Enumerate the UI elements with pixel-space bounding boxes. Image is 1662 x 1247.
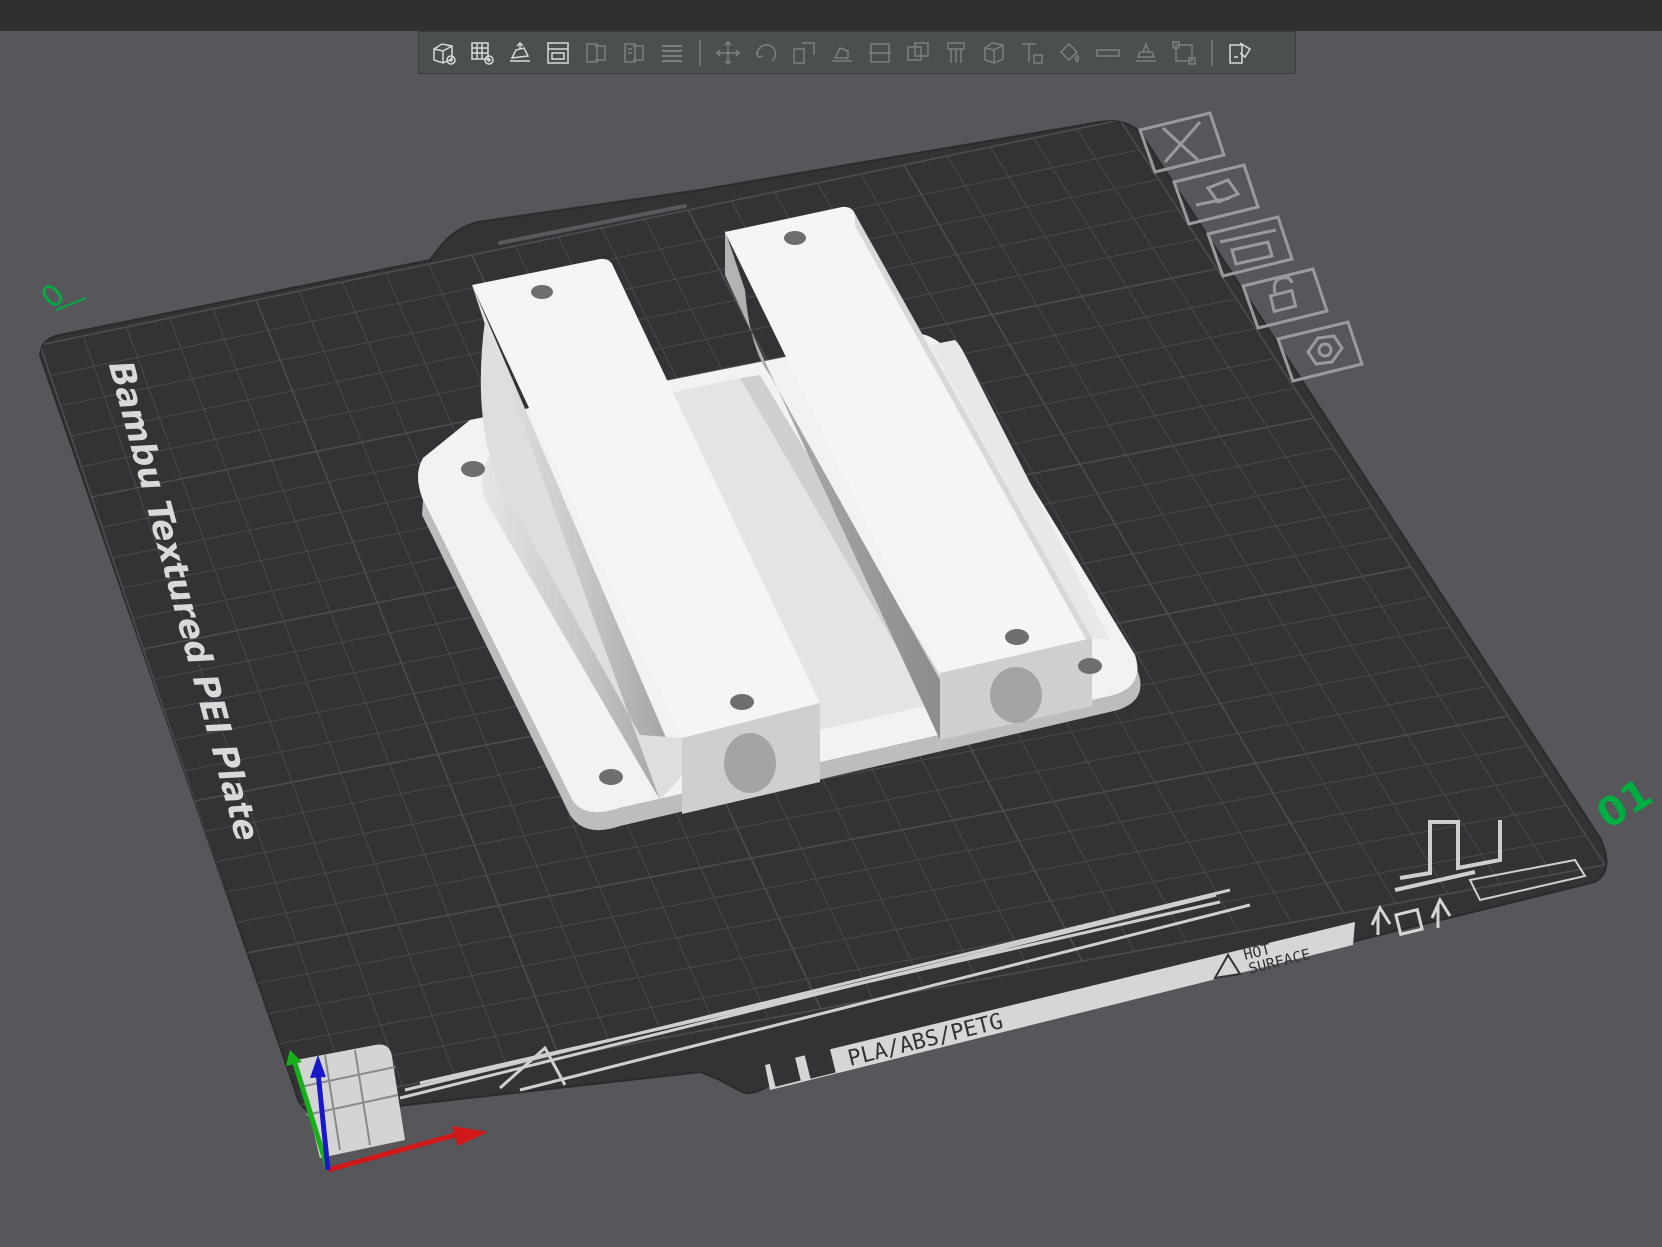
delete-plate-icon[interactable] [1138,111,1226,174]
lock-plate-icon[interactable] [1241,267,1329,330]
arrange-plate-icon[interactable] [1206,215,1294,278]
plate-edge-marker: 0 [35,277,87,316]
3d-viewport[interactable]: Bambu Textured PEI Plate 0 01 PLA/ABS/PE… [0,0,1662,1247]
svg-text:0: 0 [35,277,72,316]
plate-number-label: 01 [1589,770,1661,839]
origin-corner [296,1044,405,1158]
auto-arrange-plate-icon[interactable] [1172,163,1260,226]
plate-settings-icon[interactable] [1276,320,1364,383]
